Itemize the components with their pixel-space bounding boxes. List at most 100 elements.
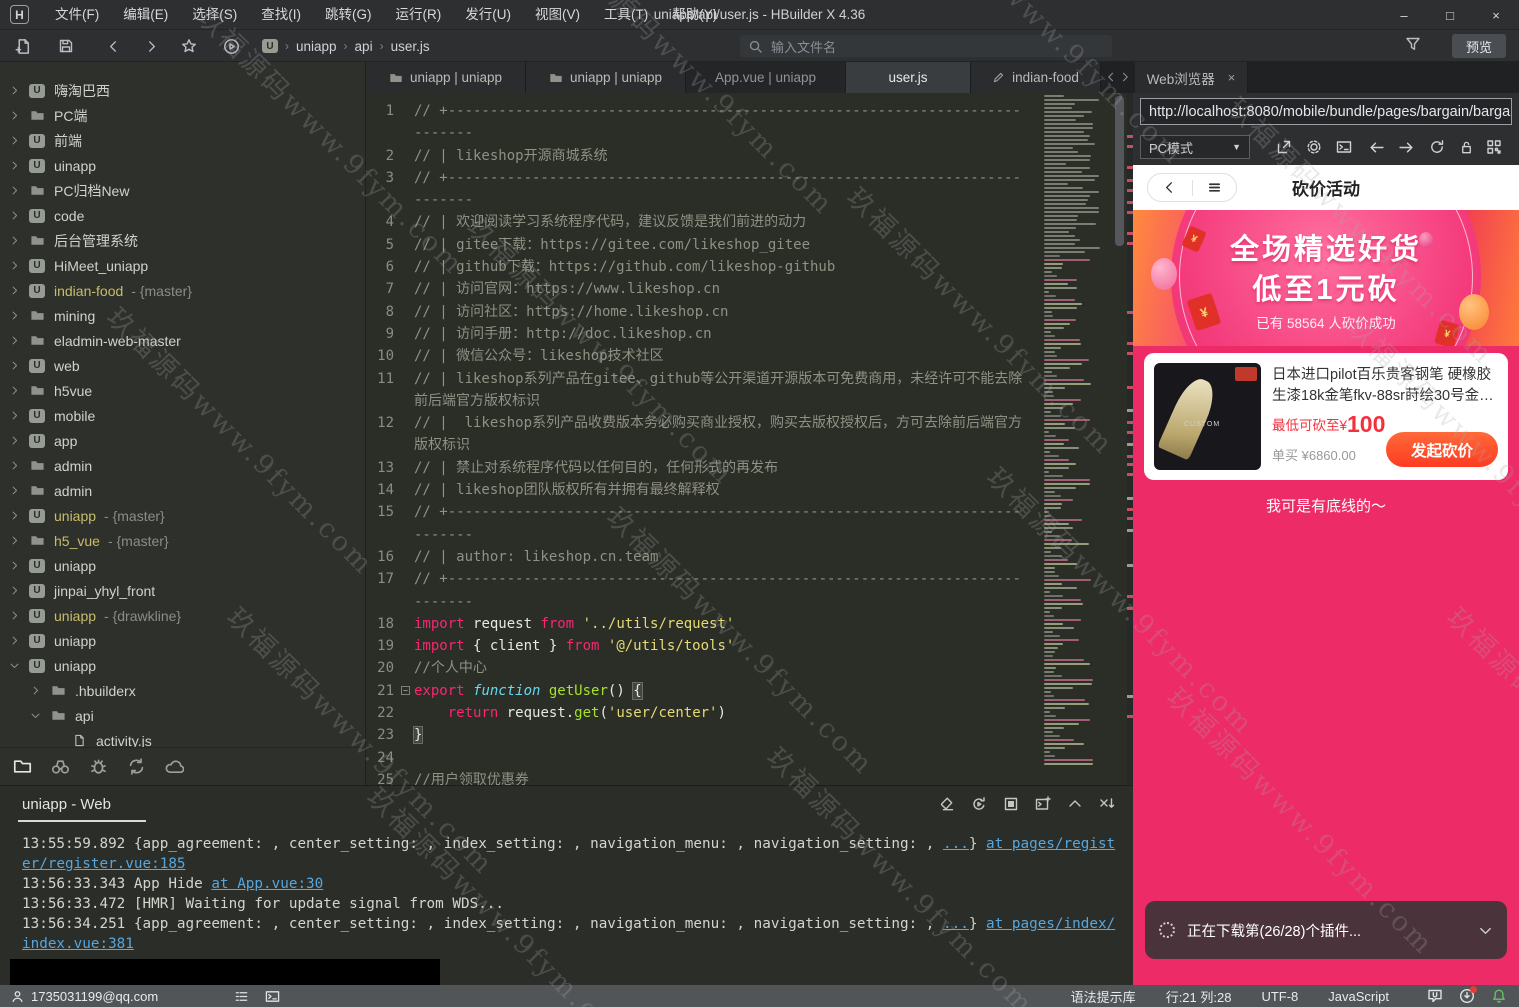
code-line-19[interactable]: 19import { client } from '@/utils/tools' [366, 635, 1042, 657]
tree-item-uniapp[interactable]: Uuniapp - {drawkline} [0, 603, 365, 628]
close-panel-icon[interactable] [1099, 795, 1115, 813]
chevron-collapsed-icon[interactable] [8, 360, 20, 371]
feedback-chat-icon[interactable] [1427, 988, 1443, 1004]
gear-icon[interactable] [1303, 136, 1325, 158]
menu-item-5[interactable]: 运行(R) [384, 0, 454, 30]
tree-item-app[interactable]: Uapp [0, 428, 365, 453]
code-line-9[interactable]: 9// | 访问手册：http://doc.likeshop.cn [366, 323, 1042, 345]
status-item-1[interactable]: 行:21 列:28 [1166, 987, 1232, 1006]
code-line-1[interactable]: 1// +-----------------------------------… [366, 100, 1042, 145]
code-line-23[interactable]: 23} [366, 724, 1042, 746]
menu-item-6[interactable]: 发行(U) [453, 0, 523, 30]
tree-item-api[interactable]: api [0, 703, 365, 728]
back-icon[interactable] [1148, 180, 1192, 195]
bookmark-star-button[interactable] [178, 35, 200, 57]
tab-scroll-left-icon[interactable] [1105, 69, 1117, 87]
scrollbar-thumb[interactable] [1115, 96, 1124, 246]
run-button[interactable] [220, 35, 242, 57]
project-manager-icon[interactable] [10, 755, 34, 779]
tab-uniapp-uniapp[interactable]: uniapp | uniapp [526, 62, 686, 93]
chevron-collapsed-icon[interactable] [8, 485, 20, 496]
code-line-13[interactable]: 13// | 禁止对系统程序代码以任何目的，任何形式的再发布 [366, 457, 1042, 479]
menu-item-4[interactable]: 跳转(G) [313, 0, 384, 30]
chevron-collapsed-icon[interactable] [8, 135, 20, 146]
tree-item-uniapp[interactable]: Uuniapp [0, 553, 365, 578]
forward-button[interactable] [140, 35, 162, 57]
console-link[interactable]: ... [943, 836, 969, 852]
tree-item-jinpai-yhyl-front[interactable]: Ujinpai_yhyl_front [0, 578, 365, 603]
chevron-collapsed-icon[interactable] [8, 335, 20, 346]
code-line-12[interactable]: 12// | likeshop系列产品收费版本务必购买商业授权，购买去版权授权后… [366, 412, 1042, 457]
code-line-7[interactable]: 7// | 访问官网：https://www.likeshop.cn [366, 278, 1042, 300]
stop-icon[interactable] [1003, 795, 1019, 813]
toast-collapse-icon[interactable] [1478, 922, 1493, 938]
menu-item-1[interactable]: 编辑(E) [111, 0, 180, 30]
code-line-5[interactable]: 5// | gitee下载：https://gitee.com/likeshop… [366, 234, 1042, 256]
tab-scroll-right-icon[interactable] [1119, 69, 1131, 87]
tree-item-mobile[interactable]: Umobile [0, 403, 365, 428]
code-line-16[interactable]: 16// | author: likeshop.cn.team [366, 546, 1042, 568]
tree-item-eladmin-web-master[interactable]: eladmin-web-master [0, 328, 365, 353]
qr-code-icon[interactable] [1483, 136, 1505, 158]
devtools-console-icon[interactable] [1333, 136, 1355, 158]
cloud-icon[interactable] [162, 755, 186, 779]
breadcrumb-folder[interactable]: api [355, 39, 373, 54]
chevron-collapsed-icon[interactable] [8, 85, 20, 96]
chevron-collapsed-icon[interactable] [8, 610, 20, 621]
code-line-11[interactable]: 11// | likeshop系列产品在gitee、github等公开渠道开源版… [366, 368, 1042, 413]
menu-item-0[interactable]: 文件(F) [43, 0, 111, 30]
tree-item-uniapp[interactable]: Uuniapp - {master} [0, 503, 365, 528]
code-line-8[interactable]: 8// | 访问社区：https://home.likeshop.cn [366, 301, 1042, 323]
new-file-button[interactable] [12, 35, 34, 57]
chevron-collapsed-icon[interactable] [8, 460, 20, 471]
tree-item-HiMeet-uniapp[interactable]: UHiMeet_uniapp [0, 253, 365, 278]
chevron-collapsed-icon[interactable] [8, 160, 20, 171]
chevron-collapsed-icon[interactable] [8, 585, 20, 596]
tree-item-activity-js[interactable]: activity.js [0, 728, 365, 747]
filter-funnel-icon[interactable] [1405, 35, 1421, 53]
chevron-collapsed-icon[interactable] [8, 635, 20, 646]
chevron-collapsed-icon[interactable] [8, 110, 20, 121]
chevron-collapsed-icon[interactable] [8, 410, 20, 421]
tab-user-js[interactable]: user.js [846, 62, 971, 93]
bargain-product-card[interactable]: CUSTOM 日本进口pilot百乐贵客钢笔 硬橡胶生漆18k金笔fkv-88s… [1144, 353, 1508, 480]
chevron-collapsed-icon[interactable] [8, 235, 20, 246]
tree-item-uniapp[interactable]: Uuniapp [0, 628, 365, 653]
nav-back-icon[interactable] [1365, 136, 1387, 158]
fold-marker-icon[interactable]: − [401, 686, 410, 695]
nav-forward-icon[interactable] [1395, 136, 1417, 158]
file-search-input[interactable]: 输入文件名 [740, 35, 1112, 57]
editor-scrollbar[interactable] [1114, 93, 1125, 785]
menu-item-2[interactable]: 选择(S) [180, 0, 249, 30]
tab-close-icon[interactable]: × [1228, 70, 1236, 85]
status-item-3[interactable]: JavaScript [1328, 989, 1389, 1004]
chevron-expanded-icon[interactable] [29, 710, 41, 721]
code-line-10[interactable]: 10// | 微信公众号：likeshop技术社区 [366, 345, 1042, 367]
breadcrumb-file[interactable]: user.js [391, 39, 430, 54]
tab-web-browser[interactable]: Web浏览器 × [1135, 62, 1248, 93]
minimap[interactable] [1042, 95, 1112, 785]
console-link[interactable]: ... [943, 916, 969, 932]
code-line-24[interactable]: 24 [366, 747, 1042, 769]
tree-item-h5-vue[interactable]: h5_vue - {master} [0, 528, 365, 553]
update-download-icon[interactable] [1459, 988, 1475, 1004]
status-item-2[interactable]: UTF-8 [1261, 989, 1298, 1004]
code-line-15[interactable]: 15// +----------------------------------… [366, 501, 1042, 546]
device-mode-select[interactable]: PC模式 ▼ [1140, 135, 1250, 159]
chevron-collapsed-icon[interactable] [8, 435, 20, 446]
collapse-panel-icon[interactable] [1067, 795, 1083, 813]
tree-item-h5vue[interactable]: h5vue [0, 378, 365, 403]
clear-console-icon[interactable] [939, 795, 955, 813]
search-binoculars-icon[interactable] [48, 755, 72, 779]
breadcrumb-project[interactable]: uniapp [296, 39, 337, 54]
tab-uniapp-uniapp[interactable]: uniapp | uniapp [366, 62, 526, 93]
tree-item-PC归档New[interactable]: PC归档New [0, 178, 365, 203]
tree-item-admin[interactable]: admin [0, 453, 365, 478]
chevron-collapsed-icon[interactable] [8, 260, 20, 271]
tree-item-admin[interactable]: admin [0, 478, 365, 503]
lock-icon[interactable] [1455, 136, 1477, 158]
tab-app-vue-uniapp[interactable]: App.vue | uniapp [686, 62, 846, 93]
code-line-21[interactable]: 21−export function getUser() { [366, 680, 1042, 702]
menu-item-8[interactable]: 工具(T) [592, 0, 660, 30]
tree-item-web[interactable]: Uweb [0, 353, 365, 378]
